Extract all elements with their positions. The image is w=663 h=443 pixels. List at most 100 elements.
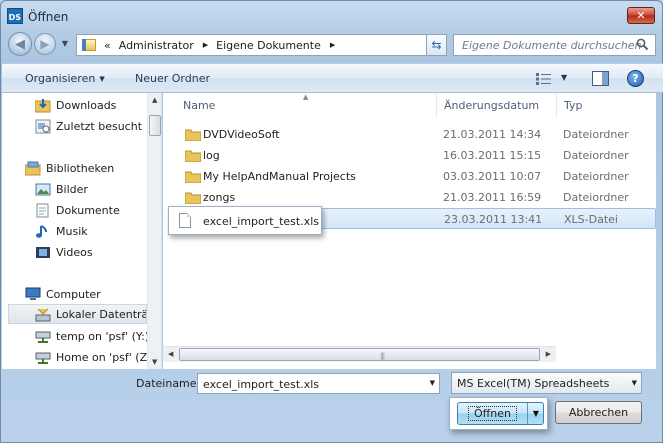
column-header-name[interactable]: Name	[175, 93, 215, 117]
pictures-icon	[35, 183, 51, 195]
nav-item-temp-drive[interactable]: temp on 'psf' (Y:)	[35, 326, 161, 346]
title-bar: DS Öffnen ✕	[1, 1, 662, 31]
highlight-file-name: excel_import_test.xls	[203, 215, 319, 228]
xls-file-icon	[179, 213, 191, 228]
computer-icon	[25, 287, 41, 300]
search-input[interactable]: Eigene Dokumente durchsuchen	[453, 34, 656, 56]
network-drive-icon	[35, 331, 51, 343]
chevron-down-icon: ▼	[61, 39, 69, 48]
recent-places-icon	[35, 119, 51, 133]
filename-input[interactable]: excel_import_test.xls ▼	[197, 373, 440, 394]
file-list-horizontal-scrollbar[interactable]: ◀ ||| ▶	[163, 346, 556, 362]
scroll-right-icon[interactable]: ▶	[546, 350, 551, 358]
nav-item-label: Home on 'psf' (Z	[56, 350, 148, 364]
filename-value: excel_import_test.xls	[203, 378, 319, 391]
scroll-down-icon[interactable]: ▼	[152, 358, 157, 366]
nav-item-local-disk[interactable]: Lokaler Datenträger	[8, 304, 147, 324]
command-toolbar: Organisieren ▼ Neuer Ordner ▼ ?	[2, 63, 663, 93]
file-type: XLS-Datei	[564, 213, 618, 226]
nav-item-home-drive[interactable]: Home on 'psf' (Z	[35, 347, 161, 367]
chevron-down-icon: ▼	[99, 75, 105, 83]
view-options-icon[interactable]	[536, 73, 552, 85]
scroll-up-icon[interactable]: ▲	[152, 96, 157, 104]
scroll-left-icon[interactable]: ◀	[168, 350, 173, 358]
breadcrumb-overflow[interactable]: «	[104, 39, 111, 52]
nav-item-music[interactable]: Musik	[35, 221, 161, 241]
downloads-folder-icon	[35, 98, 51, 112]
file-name: zongs	[203, 191, 236, 204]
nav-item-downloads[interactable]: Downloads	[35, 95, 161, 115]
breadcrumb-eigene-dokumente[interactable]: Eigene Dokumente ▶	[216, 39, 335, 52]
filetype-select[interactable]: MS Excel(TM) Spreadsheets ▼	[451, 372, 642, 394]
chevron-down-icon[interactable]: ▼	[430, 379, 435, 387]
nav-item-pictures[interactable]: Bilder	[35, 179, 161, 199]
nav-item-label: Bilder	[56, 182, 88, 196]
nav-item-label: Lokaler Datenträger	[56, 307, 147, 321]
forward-arrow-icon: ▶	[40, 37, 50, 51]
recent-locations-dropdown[interactable]: ▼	[59, 39, 71, 49]
libraries-icon	[25, 161, 41, 175]
preview-pane-icon[interactable]	[592, 71, 609, 86]
view-dropdown-icon[interactable]: ▼	[561, 73, 567, 82]
file-name: DVDVideoSoft	[203, 128, 280, 141]
folder-icon	[185, 150, 201, 162]
column-header-type[interactable]: Typ	[556, 93, 583, 117]
file-type: Dateiordner	[563, 170, 629, 183]
chevron-right-icon[interactable]: ▶	[203, 41, 208, 49]
file-row-zongs[interactable]: zongs 21.03.2011 16:59 Dateiordner	[169, 187, 656, 208]
file-type: Dateiordner	[563, 191, 629, 204]
open-button[interactable]: Öffnen ▼	[457, 402, 544, 425]
app-icon: DS	[7, 8, 23, 24]
file-date: 23.03.2011 13:41	[444, 213, 543, 226]
nav-item-label: Videos	[56, 245, 93, 259]
file-row-dvdvideosoft[interactable]: DVDVideoSoft 21.03.2011 14:34 Dateiordne…	[169, 124, 656, 145]
breadcrumb-label: Eigene Dokumente	[216, 38, 321, 52]
open-button-highlight: Öffnen ▼	[449, 397, 548, 430]
file-row-log[interactable]: log 16.03.2011 15:15 Dateiordner	[169, 145, 656, 166]
breadcrumb-administrator[interactable]: Administrator ▶	[119, 39, 208, 52]
videos-icon	[36, 246, 50, 258]
breadcrumb-label: Administrator	[118, 38, 194, 52]
open-dialog-window: DS Öffnen ✕ ◀ ▶ ▼ « Administrator ▶ Eige…	[0, 0, 663, 443]
file-date: 21.03.2011 14:34	[443, 128, 542, 141]
folder-icon	[185, 192, 201, 204]
back-button[interactable]: ◀	[8, 32, 32, 56]
chevron-right-icon[interactable]: ▶	[330, 41, 335, 49]
cancel-button[interactable]: Abbrechen	[555, 401, 642, 424]
refresh-button[interactable]: ⇆	[426, 34, 447, 56]
scrollbar-thumb[interactable]	[149, 115, 161, 136]
scrollbar-thumb[interactable]: |||	[179, 348, 540, 361]
refresh-icon: ⇆	[431, 38, 442, 52]
nav-pane-scrollbar[interactable]: ▲ ▼	[147, 93, 161, 369]
network-drive-icon	[35, 352, 51, 364]
nav-item-label: Musik	[56, 224, 88, 238]
nav-item-documents[interactable]: Dokumente	[35, 200, 161, 220]
music-icon	[36, 224, 47, 238]
window-title: Öffnen	[28, 10, 69, 24]
search-icon[interactable]	[636, 38, 649, 51]
organize-menu[interactable]: Organisieren ▼	[25, 72, 105, 85]
folder-icon	[82, 39, 96, 51]
nav-item-label: Zuletzt besucht	[56, 119, 143, 133]
nav-item-computer[interactable]: Computer	[25, 284, 161, 304]
file-name: log	[203, 149, 220, 162]
nav-item-libraries[interactable]: Bibliotheken	[25, 158, 161, 178]
help-icon[interactable]: ?	[627, 70, 644, 87]
filetype-value: MS Excel(TM) Spreadsheets	[457, 377, 610, 390]
close-button[interactable]: ✕	[627, 7, 655, 24]
forward-button[interactable]: ▶	[34, 33, 56, 55]
folder-icon	[185, 171, 201, 183]
sort-ascending-icon: ▲	[303, 93, 309, 101]
nav-item-recent[interactable]: Zuletzt besucht	[35, 116, 161, 136]
new-folder-button[interactable]: Neuer Ordner	[135, 72, 210, 85]
file-date: 21.03.2011 16:59	[443, 191, 542, 204]
column-header-date[interactable]: Änderungsdatum	[436, 93, 539, 117]
nav-item-label: Bibliotheken	[46, 161, 115, 175]
open-options-dropdown-icon[interactable]: ▼	[533, 409, 539, 418]
address-bar[interactable]: « Administrator ▶ Eigene Dokumente ▶ ▼	[76, 34, 446, 56]
open-button-label[interactable]: Öffnen	[458, 403, 528, 424]
file-row-helpandmanual[interactable]: My HelpAndManual Projects 03.03.2011 10:…	[169, 166, 656, 187]
nav-item-videos[interactable]: Videos	[35, 242, 161, 262]
file-date: 16.03.2011 15:15	[443, 149, 542, 162]
chevron-down-icon: ▼	[631, 379, 637, 387]
